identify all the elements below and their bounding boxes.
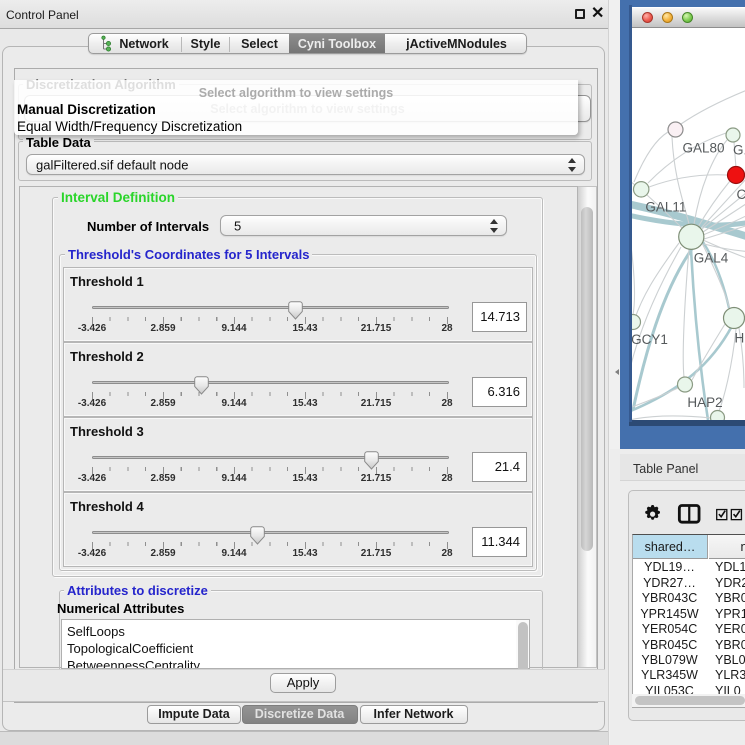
svg-text:GAL11: GAL11: [645, 200, 686, 215]
svg-text:GCY1: GCY1: [632, 332, 668, 347]
svg-text:H: H: [735, 331, 745, 346]
svg-text:HAP2: HAP2: [687, 395, 722, 410]
svg-text:GAL80: GAL80: [682, 141, 724, 156]
svg-text:C: C: [737, 187, 745, 202]
svg-text:GAL4: GAL4: [694, 250, 729, 265]
svg-text:G...: G...: [733, 143, 745, 158]
